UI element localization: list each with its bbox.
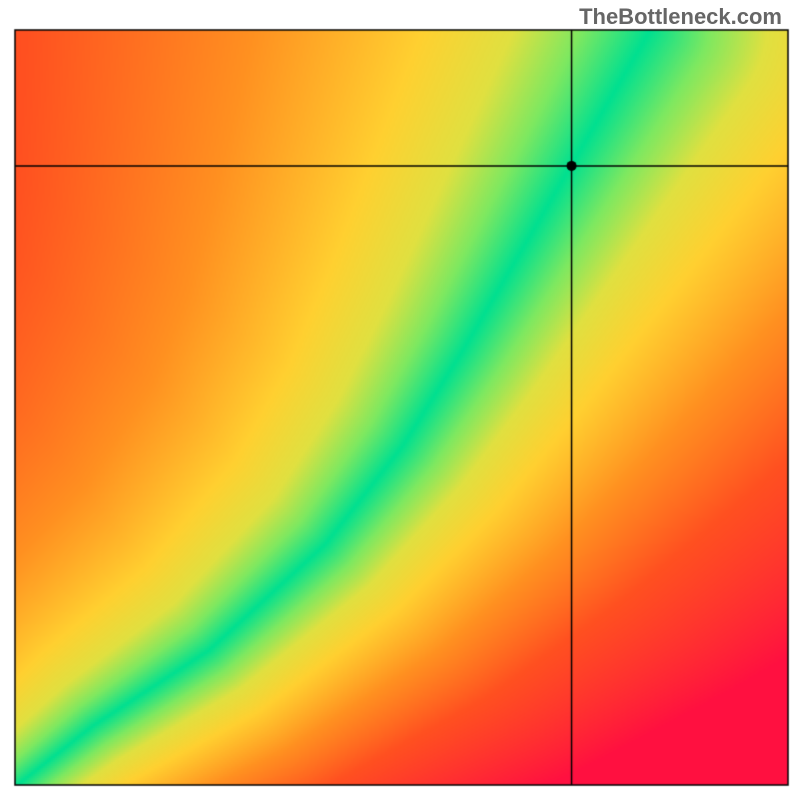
bottleneck-heatmap [0,0,800,800]
chart-container: TheBottleneck.com [0,0,800,800]
watermark-text: TheBottleneck.com [579,4,782,30]
